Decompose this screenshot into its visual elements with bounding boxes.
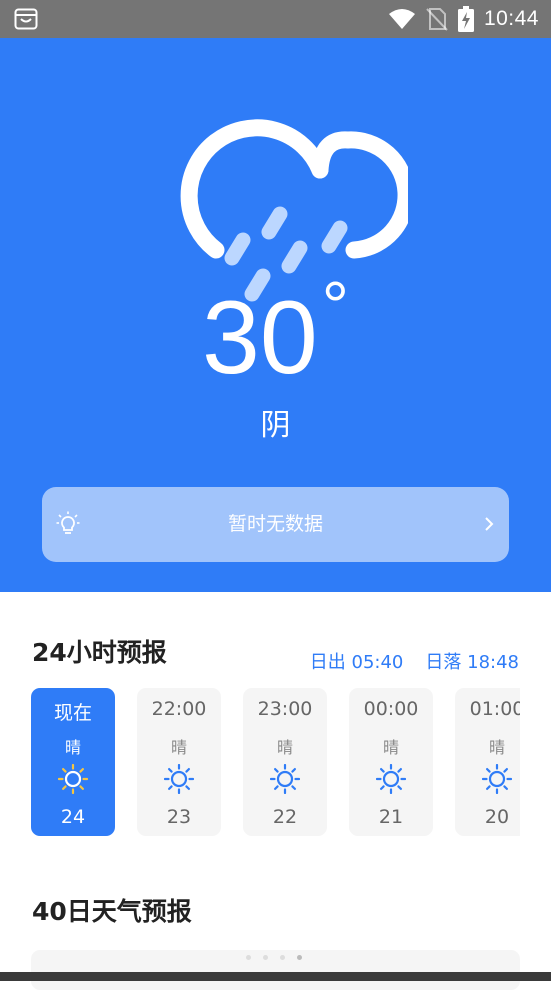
current-weather-panel: 30° 阴 暂时无数据 — [0, 38, 551, 592]
bottom-edge — [0, 972, 551, 981]
status-bar: 10:44 — [0, 0, 551, 38]
sun-icon — [376, 764, 406, 794]
notice-bar[interactable]: 暂时无数据 — [42, 487, 509, 562]
status-time: 10:44 — [483, 7, 539, 30]
notification-bag-icon — [14, 8, 38, 30]
no-sim-icon — [426, 8, 448, 31]
hourly-condition: 晴 — [488, 738, 505, 757]
hourly-forecast-list[interactable]: 现在晴 24 22:00 晴 23 23:00 晴 22 00:00 晴 21 01:00 晴 20 — [31, 688, 520, 838]
hourly-condition: 晴 — [64, 738, 81, 757]
hourly-forecast-title: 24小时预报 — [32, 638, 167, 667]
page-dot — [263, 955, 268, 960]
hourly-condition: 晴 — [170, 738, 187, 757]
hourly-temperature: 24 — [60, 806, 86, 828]
hourly-card[interactable]: 00:00 晴 21 — [349, 688, 433, 836]
page-dot-active — [297, 955, 302, 960]
hourly-time: 00:00 — [363, 698, 419, 720]
notice-text: 暂时无数据 — [227, 513, 323, 535]
page-dot — [246, 955, 251, 960]
hourly-condition: 晴 — [382, 738, 399, 757]
hourly-card[interactable]: 01:00 晴 20 — [455, 688, 520, 836]
daily-forecast-title: 40日天气预报 — [32, 897, 192, 926]
page-indicator — [246, 955, 314, 960]
sun-icon — [270, 764, 300, 794]
temperature-value: 30 — [202, 280, 318, 396]
hourly-temperature: 21 — [378, 806, 404, 828]
current-condition: 阴 — [260, 408, 291, 443]
hourly-card[interactable]: 23:00 晴 22 — [243, 688, 327, 836]
hourly-temperature: 23 — [166, 806, 192, 828]
sun-icon — [482, 764, 512, 794]
sun-icon — [58, 764, 88, 794]
status-icons: 10:44 — [388, 0, 539, 38]
current-temperature: 30° — [0, 268, 551, 410]
page-dot — [280, 955, 285, 960]
battery-charging-icon — [457, 6, 474, 32]
sunset-time: 日落 18:48 — [425, 652, 519, 673]
sun-icon — [164, 764, 194, 794]
hourly-card[interactable]: 22:00 晴 23 — [137, 688, 221, 836]
hourly-card[interactable]: 现在晴 24 — [31, 688, 115, 836]
wifi-icon — [388, 9, 415, 29]
hourly-time: 01:00 — [469, 698, 520, 720]
sunrise-time: 日出 05:40 — [309, 652, 404, 673]
chevron-right-icon — [485, 517, 494, 531]
hourly-temperature: 20 — [484, 806, 510, 828]
degree-symbol: ° — [321, 268, 349, 344]
hourly-track: 现在晴 24 22:00 晴 23 23:00 晴 22 00:00 晴 21 01:00 晴 20 — [31, 688, 520, 838]
hourly-time: 22:00 — [151, 698, 207, 720]
sun-times: 日出 05:40 日落 18:48 — [288, 648, 519, 674]
hourly-time: 23:00 — [257, 698, 313, 720]
hourly-temperature: 22 — [272, 806, 298, 828]
hourly-condition: 晴 — [276, 738, 293, 757]
hourly-time: 现在 — [53, 702, 92, 724]
